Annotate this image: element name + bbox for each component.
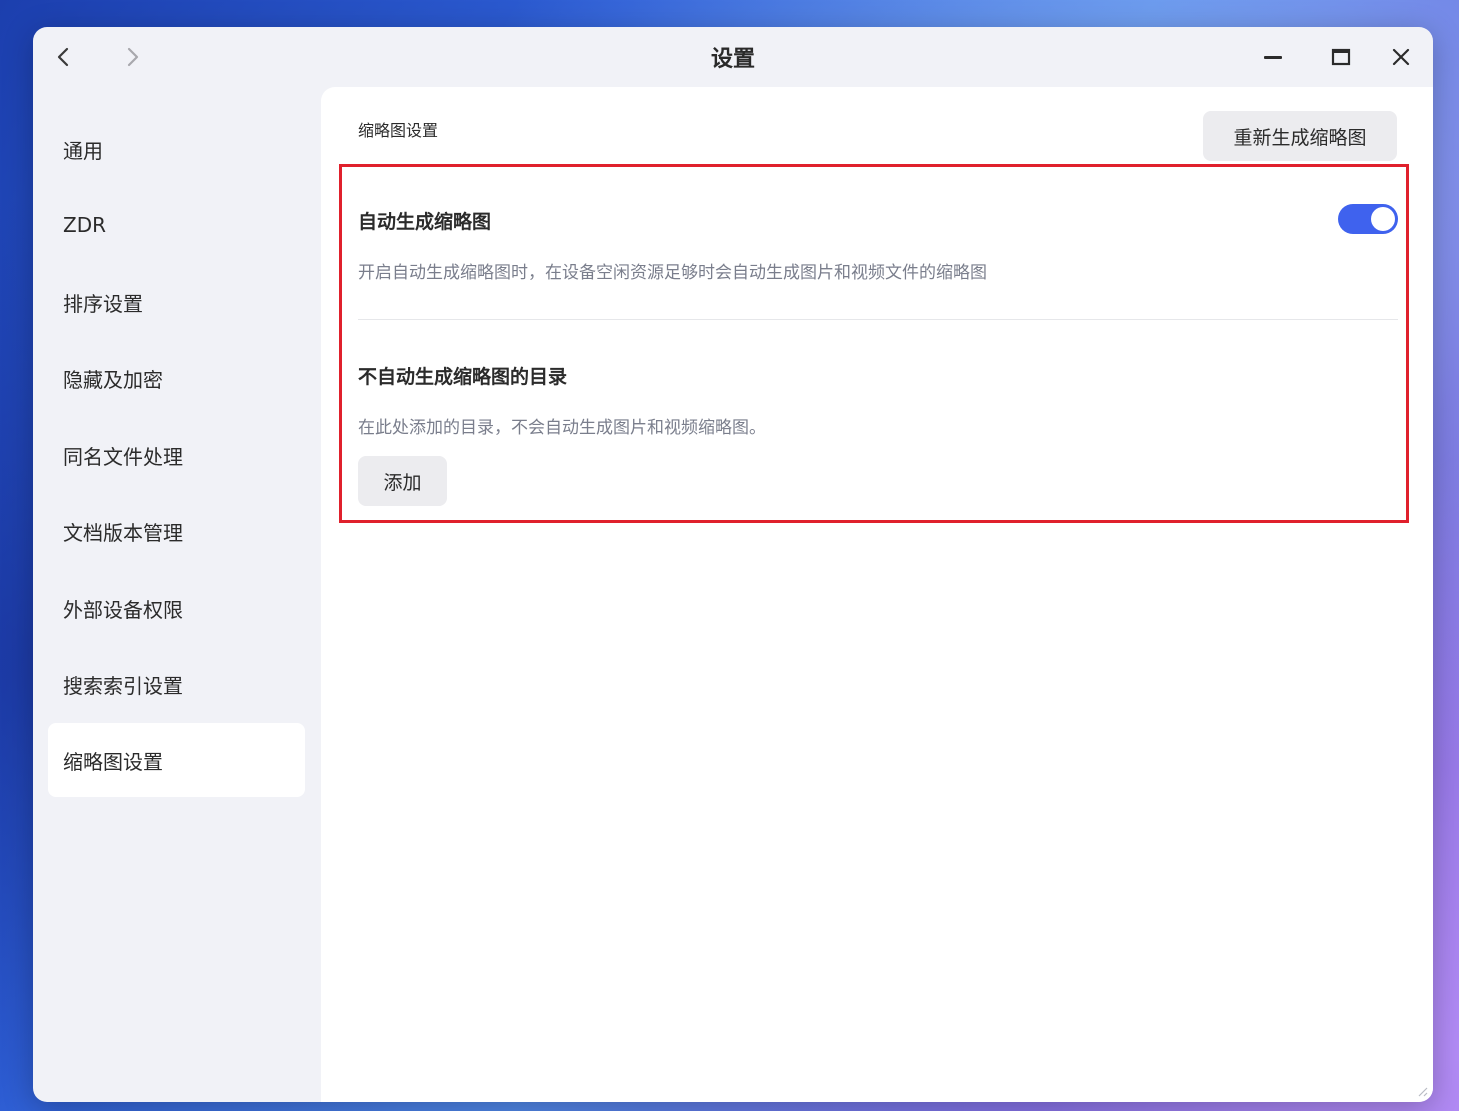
toggle-knob xyxy=(1371,207,1395,231)
window-title: 设置 xyxy=(710,47,755,72)
sidebar-item-search-index[interactable]: 搜索索引设置 xyxy=(48,647,305,721)
sidebar-item-label: 隐藏及加密 xyxy=(63,367,163,392)
sidebar-item-version-management[interactable]: 文档版本管理 xyxy=(48,494,305,568)
section-title: 缩略图设置 xyxy=(358,121,439,140)
sidebar-item-general[interactable]: 通用 xyxy=(48,112,305,186)
auto-generate-toggle[interactable] xyxy=(1338,204,1398,234)
resize-grip-icon[interactable] xyxy=(1415,1084,1429,1098)
auto-generate-description: 开启自动生成缩略图时，在设备空闲资源足够时会自动生成图片和视频文件的缩略图 xyxy=(358,263,987,283)
title-bar: 设置 xyxy=(33,27,1433,85)
settings-content: 缩略图设置 重新生成缩略图 自动生成缩略图 开启自动生成缩略图时，在设备空闲资源… xyxy=(321,87,1433,1102)
forward-icon xyxy=(127,47,139,67)
divider xyxy=(358,319,1398,320)
sidebar-item-label: 同名文件处理 xyxy=(63,444,183,469)
close-icon xyxy=(1392,48,1410,66)
sidebar-item-label: 外部设备权限 xyxy=(63,597,183,622)
sidebar-item-duplicate-names[interactable]: 同名文件处理 xyxy=(48,418,305,492)
sidebar-item-external-devices[interactable]: 外部设备权限 xyxy=(48,571,305,645)
sidebar-item-label: 通用 xyxy=(63,138,103,163)
back-button[interactable] xyxy=(47,41,79,73)
sidebar-item-label: ZDR xyxy=(63,213,106,237)
sidebar-item-thumbnails[interactable]: 缩略图设置 xyxy=(48,723,305,797)
forward-button[interactable] xyxy=(117,41,149,73)
sidebar-item-label: 排序设置 xyxy=(63,291,143,316)
excluded-dirs-title: 不自动生成缩略图的目录 xyxy=(358,366,568,388)
sidebar-item-label: 文档版本管理 xyxy=(63,520,183,545)
close-button[interactable] xyxy=(1385,41,1417,73)
excluded-dirs-description: 在此处添加的目录，不会自动生成图片和视频缩略图。 xyxy=(358,418,766,438)
add-directory-button[interactable]: 添加 xyxy=(358,456,447,506)
regenerate-thumbnails-button[interactable]: 重新生成缩略图 xyxy=(1203,111,1397,161)
minimize-icon xyxy=(1264,56,1282,59)
highlight-box xyxy=(339,164,1409,523)
sidebar-item-zdr[interactable]: ZDR xyxy=(48,188,305,262)
sidebar-item-sort[interactable]: 排序设置 xyxy=(48,265,305,339)
settings-sidebar: 通用 ZDR 排序设置 隐藏及加密 同名文件处理 文档版本管理 外部设备权限 搜… xyxy=(33,85,321,1102)
settings-window: 设置 通用 ZDR 排序设置 隐藏及加密 同名文件处理 文档版本管理 外部设备权… xyxy=(33,27,1433,1102)
sidebar-item-label: 搜索索引设置 xyxy=(63,673,183,698)
auto-generate-title: 自动生成缩略图 xyxy=(358,211,492,233)
maximize-button[interactable] xyxy=(1325,41,1357,73)
back-icon xyxy=(57,47,69,67)
sidebar-item-label: 缩略图设置 xyxy=(63,749,163,774)
maximize-icon xyxy=(1331,48,1351,66)
sidebar-item-hide-encrypt[interactable]: 隐藏及加密 xyxy=(48,341,305,415)
minimize-button[interactable] xyxy=(1257,41,1289,73)
